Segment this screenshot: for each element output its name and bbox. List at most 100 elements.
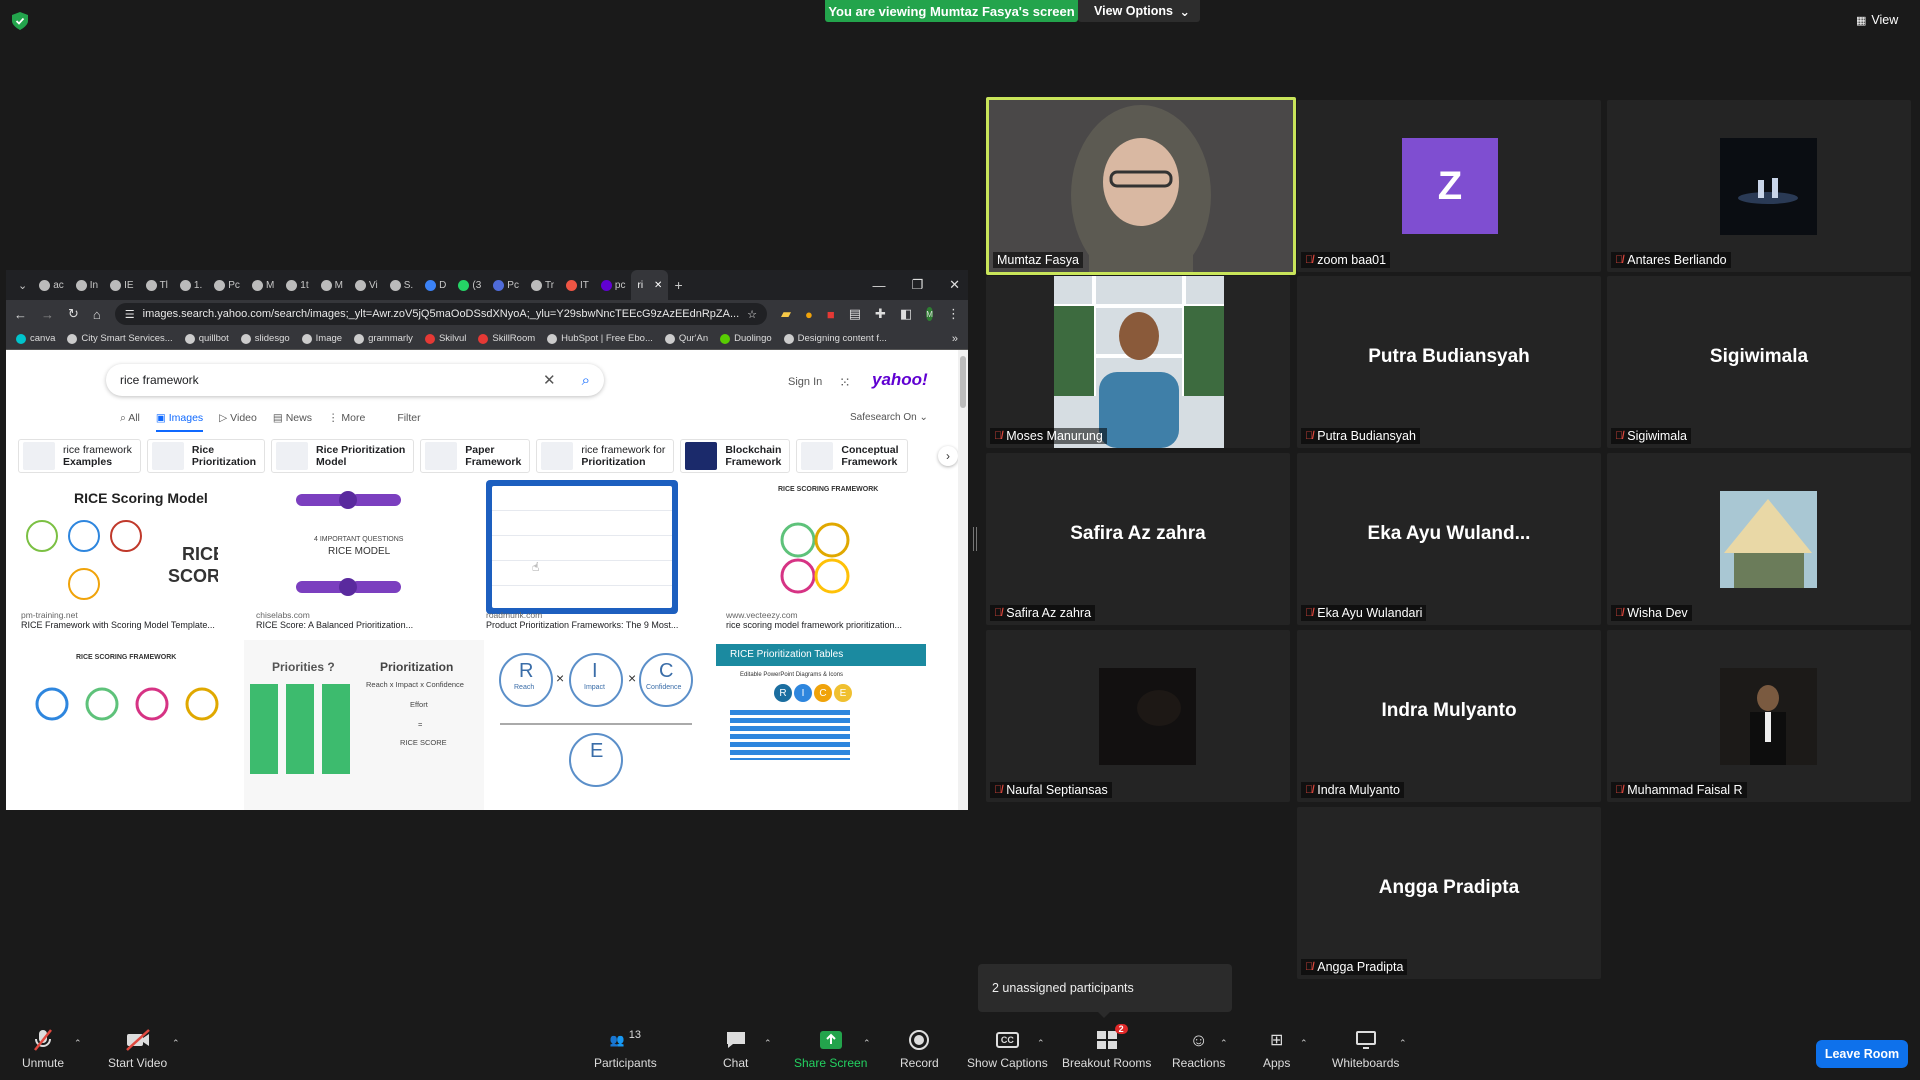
whiteboards-button[interactable]: Whiteboards xyxy=(1332,1028,1399,1070)
browser-tab[interactable]: Tr xyxy=(525,270,560,300)
tab-images[interactable]: ▣ Images xyxy=(155,412,204,432)
participant-tile[interactable]: 🎙̸ Moses Manurung xyxy=(986,276,1290,448)
apps-grid-icon[interactable]: ⁙ xyxy=(839,374,851,391)
participant-tile[interactable]: 🎙̸ Naufal Septiansas xyxy=(986,630,1290,802)
minimize-icon[interactable]: — xyxy=(872,278,885,293)
related-chip[interactable]: Rice Prioritization Model xyxy=(271,439,415,473)
search-input[interactable]: rice framework ✕ ⌕ xyxy=(106,364,604,396)
split-view-handle[interactable] xyxy=(973,527,977,551)
browser-tab[interactable]: M xyxy=(315,270,349,300)
tab-all[interactable]: ⌕ All xyxy=(120,412,140,432)
result-image[interactable]: Priorities ? Prioritization Reach x Impa… xyxy=(244,640,484,810)
browser-menu-icon[interactable]: ⋮ xyxy=(947,306,960,322)
browser-tab[interactable]: Pc xyxy=(487,270,525,300)
result-image[interactable]: RICE Scoring Model RICE SCORE xyxy=(18,486,218,601)
sidebar-icon[interactable]: ◧ xyxy=(900,306,912,322)
bookmark-item[interactable]: canva xyxy=(16,333,55,344)
breakout-rooms-button[interactable]: 2 Breakout Rooms xyxy=(1062,1024,1151,1070)
tab-news[interactable]: ▤ News xyxy=(273,412,312,432)
safesearch-dropdown[interactable]: Safesearch On ⌄ xyxy=(850,412,928,423)
bookmark-item[interactable]: grammarly xyxy=(354,333,413,344)
leave-room-button[interactable]: Leave Room xyxy=(1816,1040,1908,1068)
related-chip[interactable]: Conceptual Framework xyxy=(796,439,908,473)
site-info-icon[interactable]: ☰ xyxy=(125,308,135,321)
browser-tab[interactable]: In xyxy=(70,270,104,300)
new-tab-icon[interactable]: + xyxy=(668,270,688,300)
result-image[interactable]: RICE SCORING FRAMEWORK xyxy=(18,650,223,810)
whiteboards-options-caret-icon[interactable]: ⌃ xyxy=(1399,1038,1407,1049)
browser-tab[interactable]: pc xyxy=(595,270,632,300)
close-window-icon[interactable]: ✕ xyxy=(949,277,960,293)
view-options-button[interactable]: View Options ⌄ xyxy=(1078,0,1200,22)
sign-in-link[interactable]: Sign In xyxy=(788,376,822,388)
audio-options-caret-icon[interactable]: ⌃ xyxy=(74,1038,82,1049)
tab-video[interactable]: ▷ Video xyxy=(219,412,257,432)
result-image[interactable]: RICE Prioritization Tables Editable Powe… xyxy=(716,640,931,810)
bookmark-item[interactable]: City Smart Services... xyxy=(67,333,173,344)
participants-button[interactable]: 👥 13 Participants xyxy=(594,1028,657,1070)
bookmark-item[interactable]: quillbot xyxy=(184,333,229,344)
participant-tile[interactable]: Eka Ayu Wuland... 🎙̸ Eka Ayu Wulandari xyxy=(1297,453,1601,625)
result-card[interactable]: www.vecteezy.com rice scoring model frame… xyxy=(726,610,902,630)
browser-tab[interactable]: 1. xyxy=(174,270,208,300)
browser-tab-active[interactable]: ri ✕ xyxy=(631,270,669,300)
related-chip[interactable]: Rice Prioritization xyxy=(146,439,266,473)
back-icon[interactable]: ← xyxy=(14,307,27,322)
browser-tab[interactable]: (3 xyxy=(452,270,487,300)
browser-tab[interactable]: IT xyxy=(560,270,595,300)
bookmark-item[interactable]: Duolingo xyxy=(720,333,772,344)
start-video-button[interactable]: Start Video xyxy=(108,1028,167,1070)
extension-icon[interactable]: ■ xyxy=(827,307,835,322)
shared-screen[interactable]: ⌄ ac In IE Tl 1. Pc M 1t M Vi S. D (3 Pc… xyxy=(6,270,968,810)
extension-icon[interactable]: ▰ xyxy=(781,306,791,322)
related-chip[interactable]: Paper Framework xyxy=(420,439,531,473)
apps-options-caret-icon[interactable]: ⌃ xyxy=(1300,1038,1308,1049)
result-image-selected[interactable]: ☝ xyxy=(486,480,678,614)
yahoo-logo[interactable]: yahoo! xyxy=(872,370,928,390)
unmute-button[interactable]: Unmute xyxy=(22,1028,64,1070)
bookmark-item[interactable]: Image xyxy=(301,333,342,344)
scrollbar-thumb[interactable] xyxy=(960,356,966,408)
maximize-icon[interactable]: ❐ xyxy=(911,277,923,293)
chat-options-caret-icon[interactable]: ⌃ xyxy=(764,1038,772,1049)
participant-tile[interactable]: Angga Pradipta 🎙̸ Angga Pradipta xyxy=(1297,807,1601,979)
home-icon[interactable]: ⌂ xyxy=(93,307,101,322)
related-chip[interactable]: rice framework for Prioritization xyxy=(536,439,675,473)
clear-search-icon[interactable]: ✕ xyxy=(543,371,556,389)
extension-icon[interactable]: ● xyxy=(805,307,813,322)
more-bookmarks-icon[interactable]: » xyxy=(952,333,958,345)
result-card[interactable]: chiselabs.com RICE Score: A Balanced Prio… xyxy=(256,610,413,630)
browser-tab[interactable]: Tl xyxy=(140,270,174,300)
show-captions-button[interactable]: CC Show Captions xyxy=(967,1028,1048,1070)
record-button[interactable]: Record xyxy=(900,1028,939,1070)
chips-next-icon[interactable]: › xyxy=(938,446,958,466)
related-chip[interactable]: rice framework Examples xyxy=(18,439,141,473)
browser-tab[interactable]: Vi xyxy=(349,270,384,300)
security-shield-icon[interactable] xyxy=(12,12,28,30)
bookmark-item[interactable]: Qur'An xyxy=(664,333,708,344)
page-scrollbar[interactable] xyxy=(958,350,968,810)
result-image[interactable]: 4 IMPORTANT QUESTIONS RICE MODEL xyxy=(256,486,441,601)
forward-icon[interactable]: → xyxy=(41,307,54,322)
bookmark-item[interactable]: Skilvul xyxy=(424,333,466,344)
puzzle-icon[interactable]: ✚ xyxy=(875,306,886,322)
participant-tile[interactable]: Putra Budiansyah 🎙̸ Putra Budiansyah xyxy=(1297,276,1601,448)
bookmark-item[interactable]: HubSpot | Free Ebo... xyxy=(547,333,653,344)
share-screen-button[interactable]: Share Screen xyxy=(794,1028,867,1070)
search-icon[interactable]: ⌕ xyxy=(582,372,590,389)
tab-more[interactable]: ⋮ More xyxy=(328,412,365,432)
profile-avatar[interactable]: M xyxy=(926,307,933,321)
extension-icon[interactable]: ▤ xyxy=(849,306,861,322)
bookmark-star-icon[interactable]: ☆ xyxy=(747,308,757,321)
result-card[interactable]: pm-training.net RICE Framework with Scori… xyxy=(21,610,215,630)
browser-tab[interactable]: 1t xyxy=(280,270,314,300)
reload-icon[interactable]: ↻ xyxy=(68,306,79,322)
reactions-options-caret-icon[interactable]: ⌃ xyxy=(1220,1038,1228,1049)
browser-tab[interactable]: IE xyxy=(104,270,139,300)
result-image[interactable]: RICE SCORING FRAMEWORK xyxy=(726,486,926,601)
participant-tile[interactable]: Safira Az zahra 🎙̸ Safira Az zahra xyxy=(986,453,1290,625)
participant-tile-active-speaker[interactable]: Mumtaz Fasya xyxy=(986,97,1296,275)
browser-tab[interactable]: ac xyxy=(33,270,70,300)
tab-search-icon[interactable]: ⌄ xyxy=(12,270,33,300)
participant-tile[interactable]: Indra Mulyanto 🎙̸ Indra Mulyanto xyxy=(1297,630,1601,802)
